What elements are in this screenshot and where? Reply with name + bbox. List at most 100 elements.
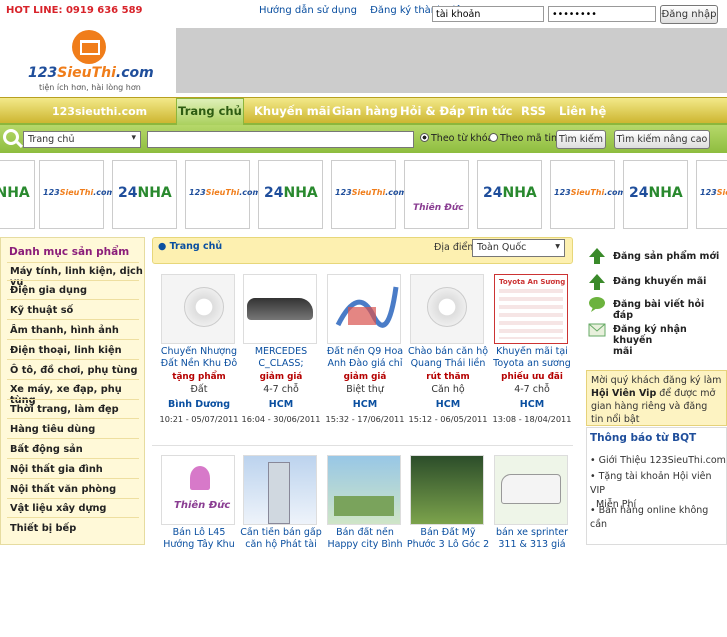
divider	[7, 339, 139, 340]
category-item[interactable]: Nội thất gia đình	[10, 464, 103, 475]
divider	[7, 478, 139, 479]
category-item[interactable]: Ô tô, đồ chơi, phụ tùng	[10, 365, 137, 376]
product-title[interactable]: Chuyển Nhượng Đất Nền Khu Đô	[157, 346, 241, 370]
category-item[interactable]: Kỹ thuật số	[10, 305, 73, 316]
product-image[interactable]	[410, 274, 484, 344]
product-title[interactable]: Cần tiền bán gấp căn hộ Phát tài	[239, 527, 323, 551]
product-title[interactable]: Bán đất nền Happy city Bình	[323, 527, 407, 551]
location-label: Địa điểm	[434, 242, 477, 253]
admin-notice-title: Thông báo từ BQT	[587, 428, 726, 452]
category-item[interactable]: Hàng tiêu dùng	[10, 424, 95, 435]
divider	[7, 418, 139, 419]
category-item[interactable]: Bất động sản	[10, 444, 83, 455]
product-image[interactable]	[161, 274, 235, 344]
subscribe-promo-link[interactable]: Đăng ký nhận khuyến mãi	[613, 324, 727, 357]
partner-logo[interactable]: 123SieuThi.com	[550, 160, 626, 229]
nav-qa[interactable]: Hỏi & Đáp	[400, 104, 465, 118]
category-item[interactable]: Xe máy, xe đạp, phụ tùng	[10, 384, 144, 406]
sidebar-title: Danh mục sản phẩm	[9, 246, 130, 258]
product-title[interactable]: Bán Đất Mỹ Phước 3 Lô Góc 2	[406, 527, 490, 551]
product-date: 16:04 - 30/06/2011	[241, 414, 321, 424]
category-item[interactable]: Thiết bị bếp	[10, 523, 76, 534]
partner-logo[interactable]: 123SieuThi.com	[331, 160, 407, 229]
partner-logo[interactable]: 123SieuThi.com	[39, 160, 115, 229]
partner-logo[interactable]: 123SieuThi	[696, 160, 727, 229]
nav-stores[interactable]: Gian hàng	[332, 104, 398, 118]
product-title[interactable]: Chào bán căn hộ Quang Thái liền	[406, 346, 490, 370]
breadcrumb-home[interactable]: ● Trang chủ	[158, 241, 222, 252]
product-card[interactable]: Chào bán căn hộ Quang Thái liền rút thăm…	[406, 274, 490, 456]
divider	[7, 498, 139, 499]
search-button[interactable]: Tìm kiếm	[556, 130, 606, 149]
product-image[interactable]: Toyota An Sương	[494, 274, 568, 344]
product-card[interactable]: MERCEDES C_CLASS; giảm giá 4-7 chỗ HCM 1…	[239, 274, 323, 456]
category-item[interactable]: Điện gia dụng	[10, 285, 87, 296]
product-title[interactable]: Bán Lô L45 Hướng Tây Khu	[157, 527, 241, 551]
product-title[interactable]: bán xe sprinter 311 & 313 giá	[490, 527, 574, 551]
nav-rss[interactable]: RSS	[521, 104, 546, 118]
password-input[interactable]	[548, 6, 656, 22]
product-card[interactable]: Đất nền Q9 Hoa Anh Đào giá chỉ giảm giá …	[323, 274, 407, 456]
nav-contact[interactable]: Liên hệ	[559, 104, 606, 118]
search-input[interactable]	[147, 131, 414, 148]
search-icon	[3, 129, 19, 145]
nav-home-tab[interactable]: Trang chủ	[176, 98, 244, 126]
partner-logo[interactable]: 24NHA	[112, 160, 177, 229]
category-select[interactable]: Trang chủ	[23, 131, 141, 148]
product-card[interactable]: Thiên Đức Bán Lô L45 Hướng Tây Khu	[157, 455, 241, 637]
post-question-link[interactable]: Đăng bài viết hỏi đáp	[613, 299, 727, 321]
divider	[7, 399, 139, 400]
partner-logo[interactable]: 24NHA	[477, 160, 542, 229]
help-link[interactable]: Hướng dẫn sử dụng	[259, 5, 357, 16]
notice-item[interactable]: • Giới Thiệu 123SieuThi.com	[590, 454, 726, 468]
advanced-search-button[interactable]: Tìm kiếm nâng cao	[614, 130, 710, 149]
login-button[interactable]: Đăng nhập	[660, 5, 718, 24]
partner-logo[interactable]: 24NHA	[258, 160, 323, 229]
nav-site-name[interactable]: 123sieuthi.com	[52, 105, 147, 118]
product-category: Biệt thự	[346, 384, 384, 395]
newsletter-icon	[588, 323, 606, 337]
post-promo-link[interactable]: Đăng khuyến mãi	[613, 276, 706, 287]
product-image[interactable]	[327, 274, 401, 344]
product-card[interactable]: Toyota An Sương Khuyến mãi tại Toyota an…	[490, 274, 574, 456]
product-card[interactable]: Bán Đất Mỹ Phước 3 Lô Góc 2	[406, 455, 490, 637]
radio-keyword[interactable]: Theo từ khóa	[420, 133, 493, 144]
product-image[interactable]	[243, 274, 317, 344]
partner-logo[interactable]: Thiên Đức	[404, 160, 469, 229]
category-item[interactable]: Vật liệu xây dựng	[10, 503, 106, 514]
partner-logo[interactable]: 24NHA	[0, 160, 35, 229]
category-item[interactable]: Thời trang, làm đẹp	[10, 404, 119, 415]
product-card[interactable]: bán xe sprinter 311 & 313 giá	[490, 455, 574, 637]
category-item[interactable]: Nội thất văn phòng	[10, 484, 116, 495]
product-category: 4-7 chỗ	[263, 384, 299, 395]
nav-promotions[interactable]: Khuyến mãi	[254, 104, 330, 118]
nav-news[interactable]: Tin tức	[468, 104, 512, 118]
site-logo[interactable]: 123SieuThi.com tiện ích hơn, hài lòng hơ…	[25, 28, 155, 94]
product-card[interactable]: Chuyển Nhượng Đất Nền Khu Đô tặng phẩm Đ…	[157, 274, 241, 456]
username-input[interactable]	[432, 6, 544, 22]
product-image[interactable]: Thiên Đức	[161, 455, 235, 525]
product-title[interactable]: Đất nền Q9 Hoa Anh Đào giá chỉ	[323, 346, 407, 370]
product-image[interactable]	[410, 455, 484, 525]
product-card[interactable]: Bán đất nền Happy city Bình	[323, 455, 407, 637]
location-select[interactable]: Toàn Quốc	[472, 239, 565, 257]
notice-item[interactable]: • Bán hàng online không cần	[590, 504, 726, 532]
partner-logo[interactable]: 24NHA	[623, 160, 688, 229]
arrow-up-icon	[589, 274, 605, 290]
divider	[7, 299, 139, 300]
category-item[interactable]: Âm thanh, hình ảnh	[10, 325, 119, 336]
top-banner[interactable]	[176, 28, 727, 93]
product-image[interactable]	[327, 455, 401, 525]
partner-logo[interactable]: 123SieuThi.com	[185, 160, 261, 229]
category-item[interactable]: Điện thoại, linh kiện	[10, 345, 122, 356]
product-card[interactable]: Cần tiền bán gấp căn hộ Phát tài	[239, 455, 323, 637]
radio-code[interactable]: Theo mã tin	[489, 133, 557, 144]
vip-link[interactable]: Hội Viên Vip	[591, 388, 656, 399]
post-product-link[interactable]: Đăng sản phẩm mới	[613, 251, 719, 262]
product-image[interactable]	[494, 455, 568, 525]
product-title[interactable]: MERCEDES C_CLASS;	[239, 346, 323, 370]
divider	[7, 359, 139, 360]
product-date: 13:08 - 18/04/2011	[492, 414, 572, 424]
product-title[interactable]: Khuyến mãi tại Toyota an sương	[490, 346, 574, 370]
product-image[interactable]	[243, 455, 317, 525]
